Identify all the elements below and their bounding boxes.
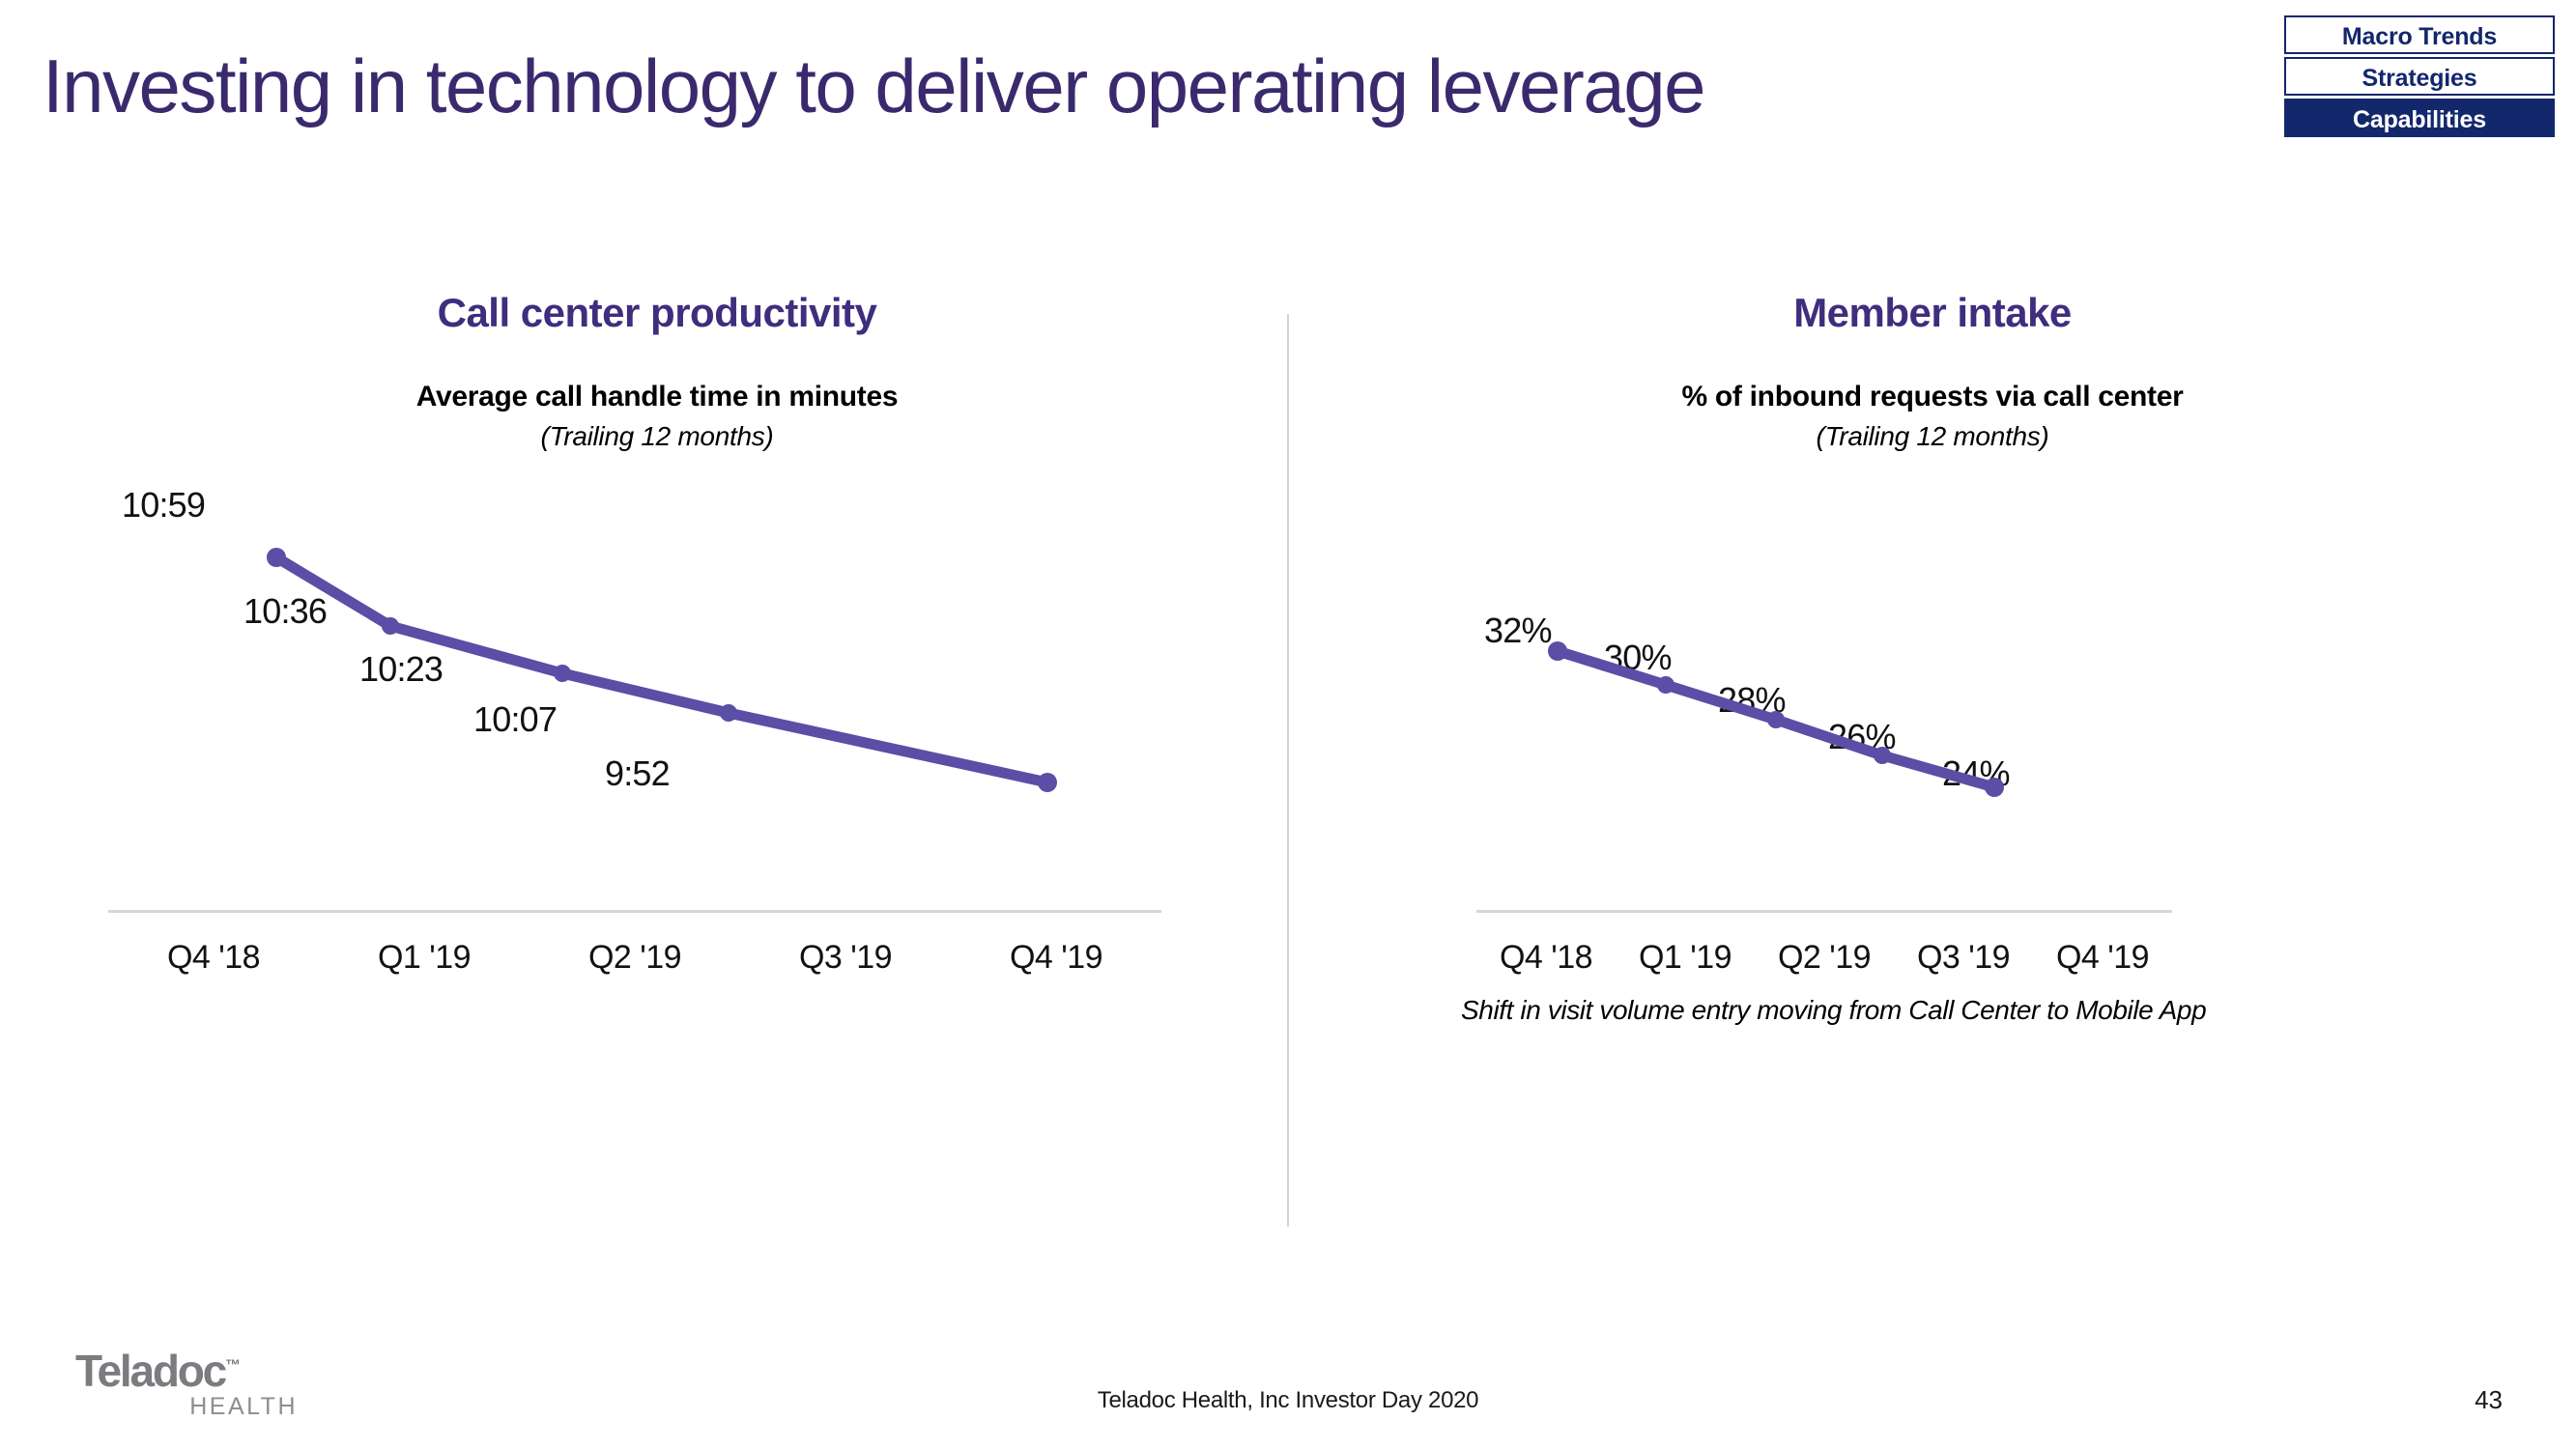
x-tick-1: Q1 '19	[1638, 939, 1732, 976]
page-title: Investing in technology to deliver opera…	[43, 43, 1705, 128]
nav-item-label: Strategies	[2361, 65, 2477, 92]
nav-item-label: Macro Trends	[2341, 23, 2498, 50]
panel-subnote-right: (Trailing 12 months)	[1816, 421, 2049, 451]
x-tick-1: Q1 '19	[377, 939, 472, 976]
x-tick-2: Q2 '19	[587, 939, 682, 976]
x-axis-line	[1476, 910, 2172, 913]
panel-subnote-left: (Trailing 12 months)	[540, 421, 774, 451]
line-chart-svg-left	[267, 548, 1057, 792]
slide-root: Macro Trends Strategies Capabilities Inv…	[0, 0, 2576, 1449]
chart-inbound-requests: 32% 30% 28% 26% 24% Q4 '18 Q1 '19 Q2 '19…	[1333, 485, 2532, 1025]
data-point-4	[1038, 773, 1057, 792]
x-tick-3: Q3 '19	[1916, 939, 2011, 976]
footer-text: Teladoc Health, Inc Investor Day 2020	[1097, 1387, 1479, 1413]
data-point-1	[382, 617, 399, 635]
nav-item-macro-trends[interactable]: Macro Trends	[2284, 15, 2555, 54]
data-point-0	[267, 548, 286, 567]
data-point-2	[554, 665, 571, 682]
panel-member-intake: Member intake % of inbound requests via …	[1333, 290, 2532, 1025]
data-point-4	[1985, 778, 2004, 797]
data-point-1	[1657, 676, 1674, 694]
panel-heading-right: Member intake	[1793, 290, 2072, 335]
panel-call-center-productivity: Call center productivity Average call ha…	[58, 290, 1256, 976]
trademark-icon: ™	[225, 1357, 242, 1375]
page-number: 43	[2475, 1385, 2503, 1414]
nav-item-label: Capabilities	[2353, 106, 2486, 133]
chart-call-handle-time: 10:59 10:36 10:23 10:07 9:52 Q4 '18 Q1 '…	[58, 485, 1256, 976]
data-point-3	[720, 704, 737, 722]
x-axis-line	[108, 910, 1161, 913]
x-tick-0: Q4 '18	[1499, 939, 1593, 976]
x-tick-4: Q4 '19	[1009, 939, 1103, 976]
x-tick-3: Q3 '19	[798, 939, 893, 976]
x-axis-ticks: Q4 '18 Q1 '19 Q2 '19 Q3 '19 Q4 '19	[1476, 939, 2172, 977]
line-chart-svg-right	[1548, 641, 2004, 797]
x-tick-4: Q4 '19	[2055, 939, 2150, 976]
section-nav: Macro Trends Strategies Capabilities	[2284, 15, 2555, 137]
x-tick-0: Q4 '18	[166, 939, 261, 976]
nav-item-capabilities[interactable]: Capabilities	[2284, 99, 2555, 137]
panel-divider	[1287, 314, 1289, 1227]
panel-subtitle-right: % of inbound requests via call center	[1681, 381, 2184, 412]
data-point-3	[1874, 747, 1891, 764]
x-tick-2: Q2 '19	[1777, 939, 1872, 976]
series-line	[271, 552, 1053, 788]
nav-item-strategies[interactable]: Strategies	[2284, 57, 2555, 96]
x-axis-ticks: Q4 '18 Q1 '19 Q2 '19 Q3 '19 Q4 '19	[108, 939, 1161, 977]
panel-subtitle-left: Average call handle time in minutes	[415, 381, 899, 412]
data-point-0	[1548, 641, 1567, 661]
chart-footnote: Shift in visit volume entry moving from …	[1461, 995, 2207, 1025]
data-point-2	[1767, 711, 1785, 728]
panel-heading-left: Call center productivity	[437, 290, 877, 335]
